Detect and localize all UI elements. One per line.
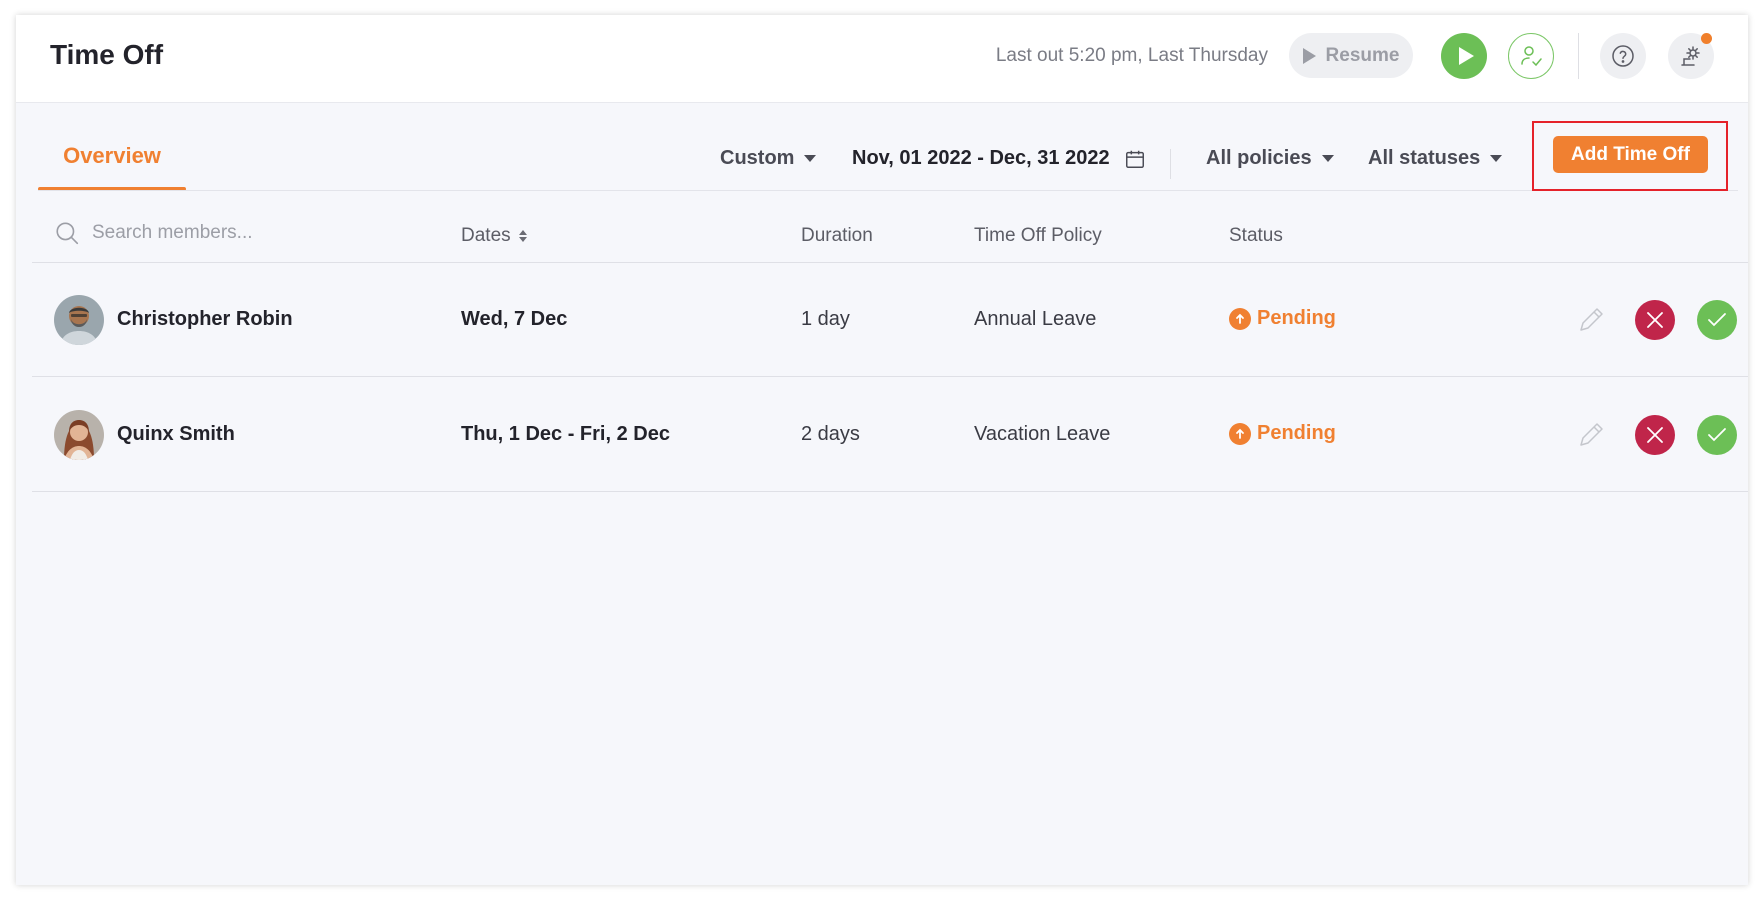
toolbar-divider [38, 190, 1738, 191]
range-type-label: Custom [720, 147, 795, 169]
range-type-dropdown[interactable]: Custom [720, 147, 817, 170]
approve-button[interactable] [1697, 300, 1737, 340]
search-icon [56, 222, 79, 245]
column-header-status: Status [1229, 225, 1283, 246]
status-badge: Pending [1229, 422, 1336, 445]
user-check-button[interactable] [1508, 33, 1554, 79]
dates-cell: Wed, 7 Dec [461, 308, 568, 330]
search-box[interactable] [54, 220, 392, 246]
duration-cell: 1 day [801, 308, 850, 330]
last-out-text: Last out 5:20 pm, Last Thursday [995, 45, 1268, 66]
policy-cell: Annual Leave [974, 308, 1097, 330]
caret-down-icon [804, 155, 817, 162]
user-check-icon [1521, 46, 1542, 67]
resume-label: Resume [1325, 44, 1400, 66]
status-badge: Pending [1229, 307, 1336, 330]
member-name: Quinx Smith [117, 423, 235, 445]
filter-divider [1170, 149, 1171, 179]
close-icon [1647, 312, 1663, 328]
settings-button[interactable] [1668, 33, 1714, 79]
column-header-policy: Time Off Policy [974, 225, 1102, 246]
highlight-annotation [1532, 121, 1728, 191]
dates-cell: Thu, 1 Dec - Fri, 2 Dec [461, 423, 670, 445]
question-circle-icon [1612, 45, 1634, 67]
table-row: Christopher Robin Wed, 7 Dec 1 day Annua… [32, 263, 1748, 377]
search-input[interactable] [92, 222, 392, 244]
statuses-dropdown[interactable]: All statuses [1368, 147, 1503, 170]
table-row: Quinx Smith Thu, 1 Dec - Fri, 2 Dec 2 da… [32, 378, 1748, 492]
start-timer-button[interactable] [1441, 33, 1487, 79]
caret-down-icon [1321, 155, 1334, 162]
column-header-dates[interactable]: Dates [461, 225, 527, 247]
column-header-duration: Duration [801, 225, 873, 246]
app-window: Time Off Last out 5:20 pm, Last Thursday… [16, 15, 1748, 885]
check-icon [1708, 313, 1726, 327]
page-title: Time Off [50, 39, 164, 70]
play-icon [1458, 47, 1474, 65]
tab-overview[interactable]: Overview [38, 143, 186, 169]
statuses-label: All statuses [1368, 147, 1481, 169]
policy-cell: Vacation Leave [974, 423, 1111, 445]
duration-cell: 2 days [801, 423, 860, 445]
pencil-icon [1580, 308, 1603, 331]
date-range-label: Nov, 01 2022 - Dec, 31 2022 [852, 147, 1110, 169]
edit-button[interactable] [1572, 301, 1610, 339]
status-label: Pending [1257, 307, 1336, 329]
resume-button[interactable]: Resume [1289, 33, 1413, 78]
top-header: Time Off Last out 5:20 pm, Last Thursday… [16, 15, 1748, 103]
caret-down-icon [1490, 155, 1503, 162]
edit-button[interactable] [1572, 416, 1610, 454]
calendar-icon [1125, 150, 1144, 168]
date-range-picker[interactable]: Nov, 01 2022 - Dec, 31 2022 [852, 147, 1146, 170]
notification-dot [1701, 33, 1712, 44]
avatar [54, 410, 104, 460]
help-button[interactable] [1600, 33, 1646, 79]
policies-dropdown[interactable]: All policies [1206, 147, 1334, 170]
approve-button[interactable] [1697, 415, 1737, 455]
header-divider [1578, 33, 1579, 79]
status-label: Pending [1257, 422, 1336, 444]
settings-gear-icon [1681, 46, 1700, 66]
member-name: Christopher Robin [117, 308, 293, 330]
check-icon [1708, 428, 1726, 442]
sort-icon [518, 230, 527, 242]
column-header-dates-label: Dates [461, 225, 511, 246]
arrow-up-icon [1229, 422, 1251, 445]
arrow-up-icon [1229, 307, 1251, 330]
reject-button[interactable] [1635, 300, 1675, 340]
resume-play-icon [1302, 47, 1316, 64]
avatar [54, 295, 104, 345]
close-icon [1647, 427, 1663, 443]
policies-label: All policies [1206, 147, 1312, 169]
reject-button[interactable] [1635, 415, 1675, 455]
pencil-icon [1580, 423, 1603, 446]
